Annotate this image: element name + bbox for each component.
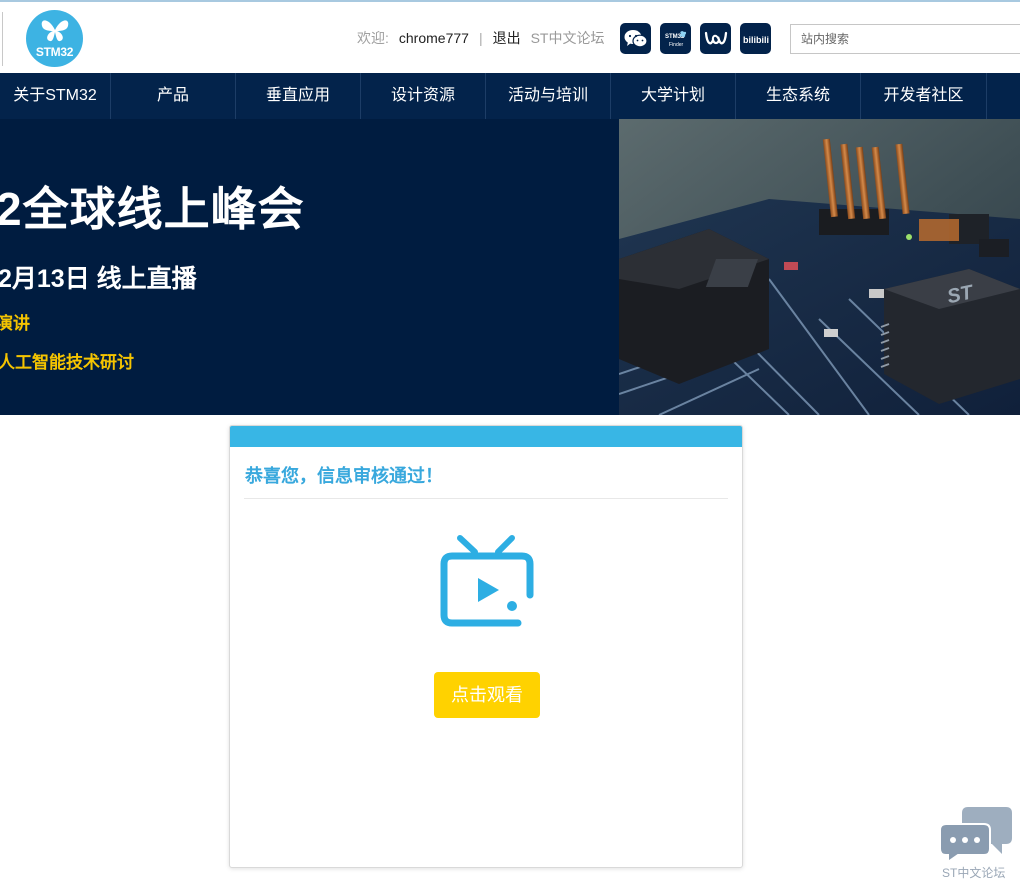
finder-icon-subtext: Finder bbox=[669, 42, 684, 48]
banner-line-1: 演讲 bbox=[0, 314, 30, 333]
forum-chat-icon[interactable] bbox=[940, 804, 1014, 862]
banner-title: 2全球线上峰会 bbox=[0, 183, 305, 235]
header-divider bbox=[2, 12, 3, 66]
nav-item-ecosystem[interactable]: 生态系统 bbox=[736, 73, 861, 119]
forum-widget-label[interactable]: ST中文论坛 bbox=[942, 864, 1005, 881]
banner-date: 2月13日 线上直播 bbox=[0, 265, 197, 293]
st-brand-icon[interactable] bbox=[700, 23, 731, 54]
nav-item-products[interactable]: 产品 bbox=[111, 73, 236, 119]
username-link[interactable]: chrome777 bbox=[399, 29, 469, 47]
logo-text: STM32 bbox=[35, 45, 74, 59]
card-divider bbox=[244, 498, 728, 499]
bilibili-icon[interactable]: bilibili bbox=[740, 23, 771, 54]
banner-line-2: 人工智能技术研讨 bbox=[0, 353, 134, 372]
top-header: STM32 欢迎: chrome777 | 退出 ST中文论坛 STM32 Fi… bbox=[0, 0, 1020, 73]
card-title: 恭喜您，信息审核通过！ bbox=[245, 466, 443, 486]
wechat-icon[interactable] bbox=[620, 23, 651, 54]
nav-item-design-resources[interactable]: 设计资源 bbox=[361, 73, 486, 119]
nav-item-about[interactable]: 关于STM32 bbox=[0, 73, 111, 119]
stm32-finder-icon[interactable]: STM32 Finder bbox=[660, 23, 691, 54]
butterfly-icon bbox=[41, 20, 69, 42]
approval-card: 恭喜您，信息审核通过！ 点击观看 bbox=[229, 425, 743, 868]
stm32-logo[interactable]: STM32 bbox=[26, 10, 83, 67]
summit-banner[interactable]: 2全球线上峰会 2月13日 线上直播 演讲 人工智能技术研讨 ST bbox=[0, 119, 1020, 415]
bilibili-icon-text: bilibili bbox=[743, 35, 769, 45]
logout-link[interactable]: 退出 bbox=[493, 29, 521, 47]
nav-item-university[interactable]: 大学计划 bbox=[611, 73, 736, 119]
nav-item-vertical-apps[interactable]: 垂直应用 bbox=[236, 73, 361, 119]
watch-button[interactable]: 点击观看 bbox=[434, 672, 540, 718]
card-header-bar bbox=[230, 426, 742, 447]
nav-item-developer-community[interactable]: 开发者社区 bbox=[861, 73, 987, 119]
forum-link[interactable]: ST中文论坛 bbox=[531, 29, 605, 47]
main-nav: 关于STM32 产品 垂直应用 设计资源 活动与培训 大学计划 生态系统 开发者… bbox=[0, 73, 1020, 119]
welcome-label: 欢迎: bbox=[357, 30, 389, 46]
separator: | bbox=[478, 30, 483, 46]
nav-item-events-training[interactable]: 活动与培训 bbox=[486, 73, 611, 119]
user-bar: 欢迎: chrome777 | 退出 ST中文论坛 bbox=[357, 29, 604, 47]
tv-play-icon bbox=[440, 535, 534, 627]
circuit-board-image: ST bbox=[619, 119, 1020, 415]
search-input[interactable]: 站内搜索 bbox=[790, 24, 1020, 54]
